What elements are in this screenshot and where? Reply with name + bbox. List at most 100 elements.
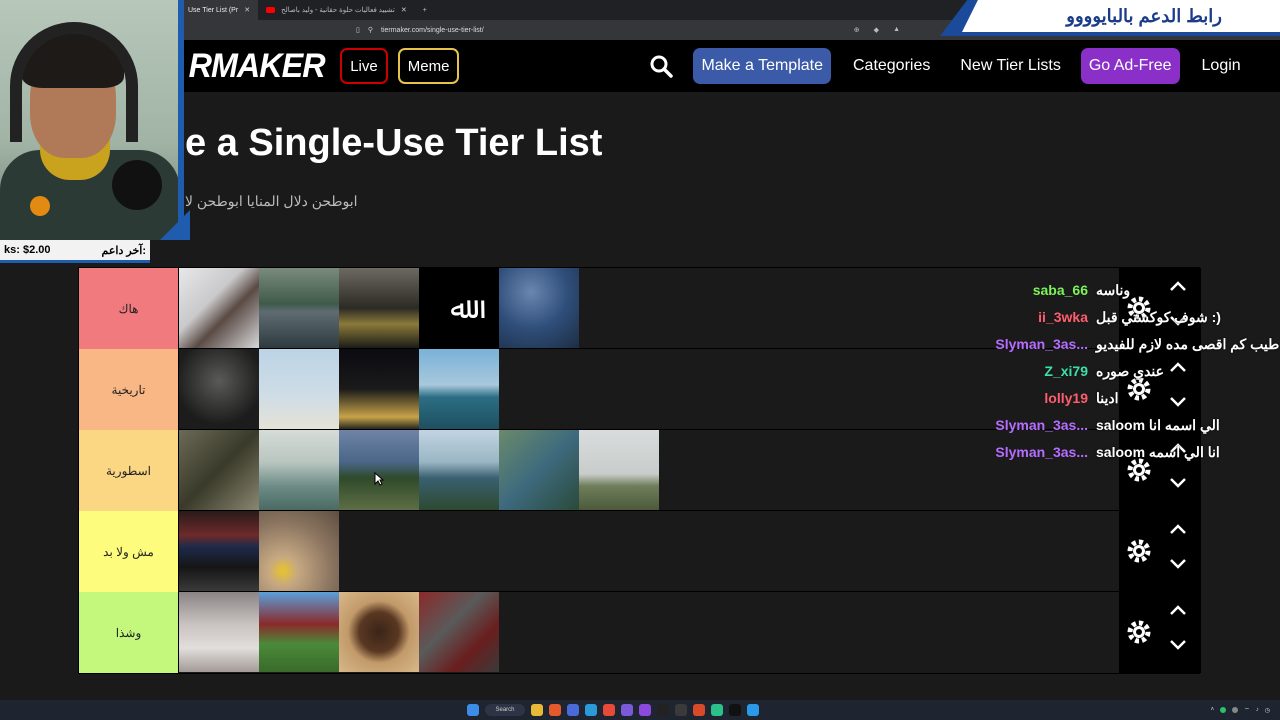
app-icon[interactable] [675,704,687,716]
tier-image[interactable] [179,268,259,348]
make-template-button[interactable]: Make a Template [693,48,831,84]
windows-start-icon[interactable] [467,704,479,716]
app-icon[interactable] [693,704,705,716]
new-tab-icon[interactable]: + [415,7,435,14]
store-icon[interactable] [567,704,579,716]
chat-message: saba_66 وناسه [940,282,1270,309]
tier-image[interactable] [259,268,339,348]
app-icon[interactable] [711,704,723,716]
chrome-icon[interactable] [603,704,615,716]
chevron-down-icon[interactable] [1169,639,1187,651]
tier-image[interactable] [179,349,259,429]
tier-image[interactable] [339,592,419,672]
url-field[interactable]: tiermaker.com/single-use-tier-list/ [381,27,854,34]
donor-amount: ks: $2.00 [4,244,51,256]
chat-text: ادينا [1096,390,1119,406]
chevron-up-icon[interactable]: ˄ [1211,707,1215,713]
brave-browser-icon[interactable] [549,704,561,716]
tier-image[interactable] [259,430,339,510]
gear-icon[interactable] [1125,537,1153,565]
donor-label: آخر داعم: [101,244,147,257]
rewards-icon[interactable]: ▲ [893,26,900,34]
status-icon[interactable] [1220,707,1227,713]
tiktok-icon[interactable] [729,704,741,716]
chat-text: طيب كم اقصى مده لازم للفيديو [1096,336,1280,352]
live-button[interactable]: Live [340,48,388,84]
meme-button[interactable]: Meme [397,48,460,84]
app-icon[interactable] [621,704,633,716]
tier-image[interactable] [259,511,339,591]
bookmark-icon[interactable]: ▯ [356,26,360,34]
chevron-up-icon[interactable] [1169,604,1187,616]
close-icon[interactable]: ✕ [401,6,407,14]
tier-items[interactable] [179,511,1201,592]
browser-tab-tiermaker[interactable]: Use Tier List (Pr ✕ [180,0,259,20]
tier-label[interactable]: وشذا [79,592,179,673]
categories-link[interactable]: Categories [845,48,938,84]
discord-icon[interactable] [639,704,651,716]
status-icon[interactable] [1232,707,1239,713]
tier-image[interactable] [339,268,419,348]
network-icon[interactable]: ⌔ [1244,706,1250,714]
chat-message: Z_xi79 عندي صوره [940,363,1270,390]
close-icon[interactable]: ✕ [244,6,250,14]
chat-text: saloom انا الي اسمه [1096,444,1220,460]
login-link[interactable]: Login [1194,48,1249,84]
webcam-frame [178,0,184,238]
obs-icon[interactable] [657,704,669,716]
calligraphy-image[interactable]: ﷲ [419,268,499,348]
tier-image[interactable] [339,430,419,510]
tier-label[interactable]: تاريخية [79,349,179,430]
chevron-up-icon[interactable] [1169,523,1187,535]
tier-row: وشذا [79,592,1201,673]
gear-icon[interactable] [1125,618,1153,646]
tier-image[interactable] [579,430,659,510]
chat-message: Slyman_3as... saloom الي اسمه انا [940,417,1270,444]
app-icon[interactable] [747,704,759,716]
chat-username: Slyman_3as... [995,336,1088,352]
tier-items[interactable] [179,592,1201,673]
youtube-icon [266,7,276,13]
screen: Use Tier List (Pr ✕ تشييد فعاليات حلوة ح… [0,0,1280,720]
brave-shield-icon[interactable]: ◆ [874,26,879,34]
tier-label[interactable]: هاك [79,268,179,349]
tier-image[interactable] [259,592,339,672]
chat-username: ii_3wka [1038,309,1088,325]
chevron-down-icon[interactable] [1169,558,1187,570]
tier-label[interactable]: اسطورية [79,430,179,511]
tier-image[interactable] [419,592,499,672]
go-ad-free-button[interactable]: Go Ad-Free [1080,48,1180,84]
tiermaker-logo[interactable]: RMAKER [189,47,326,86]
taskbar-search[interactable]: Search [485,704,525,716]
chat-username: saba_66 [1032,282,1088,298]
tier-image[interactable] [419,430,499,510]
tier-image[interactable] [259,349,339,429]
taskbar-search-label: Search [495,707,515,713]
tier-image[interactable] [499,268,579,348]
edge-icon[interactable] [585,704,597,716]
tier-image[interactable] [419,349,499,429]
tab-label: تشييد فعاليات حلوة حقانية - وليد باصالح [281,7,395,14]
browser-tab-youtube[interactable]: تشييد فعاليات حلوة حقانية - وليد باصالح … [258,0,415,20]
site-info-icon[interactable]: ⚲ [368,26,373,34]
support-banner: رابط الدعم بالبايوووو [962,0,1280,32]
new-tier-lists-link[interactable]: New Tier Lists [952,48,1068,84]
chat-message: lolly19 ادينا [940,390,1270,417]
search-icon[interactable] [649,54,674,78]
chat-message: Slyman_3as... saloom انا الي اسمه [940,444,1270,471]
zoom-icon[interactable]: ⊕ [854,26,860,34]
file-explorer-icon[interactable] [531,704,543,716]
tier-label[interactable]: مش ولا بد [79,511,179,592]
tier-row: مش ولا بد [79,511,1201,592]
tier-image[interactable] [339,349,419,429]
clock-icon[interactable]: ◷ [1265,707,1270,714]
chat-message: Slyman_3as... طيب كم اقصى مده لازم للفيدي… [940,336,1279,363]
tier-image[interactable] [179,511,259,591]
system-tray: ˄ ⌔ ♪ ◷ [1211,706,1270,714]
volume-icon[interactable]: ♪ [1256,707,1259,713]
tier-image[interactable] [499,430,579,510]
chat-username: lolly19 [1044,390,1088,406]
tier-image[interactable] [179,430,259,510]
chevron-down-icon[interactable] [1169,477,1187,489]
tier-image[interactable] [179,592,259,672]
